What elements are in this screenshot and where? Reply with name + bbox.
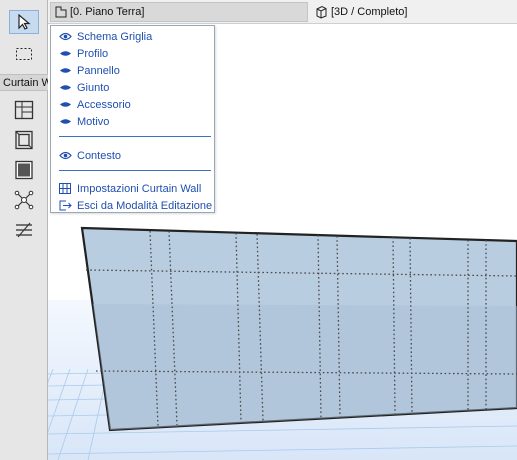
- curtain-wall-mode-label: Curtain Wall: [0, 74, 48, 91]
- grid-scheme-icon: [14, 100, 34, 120]
- menu-item-label: Esci da Modalità Editazione: [77, 199, 213, 212]
- menu-item-motivo[interactable]: Motivo: [51, 113, 214, 130]
- exit-edit-mode-icon: [58, 200, 72, 212]
- accessory-icon: [16, 222, 32, 238]
- eye-closed-icon: [58, 48, 72, 60]
- marquee-tool-button[interactable]: [9, 42, 39, 66]
- panel-icon: [15, 160, 33, 180]
- menu-separator: [59, 170, 211, 171]
- eye-closed-icon: [58, 82, 72, 94]
- frame-tool-button[interactable]: [9, 128, 39, 152]
- menu-item-label: Impostazioni Curtain Wall: [77, 182, 202, 195]
- tab-3d-view-label: [3D / Completo]: [331, 6, 408, 18]
- menu-item-pannello[interactable]: Pannello: [51, 62, 214, 79]
- curtain-wall[interactable]: [80, 226, 517, 432]
- junction-icon: [14, 190, 34, 210]
- menu-item-label: Motivo: [77, 115, 110, 128]
- menu-item-schema-griglia[interactable]: Schema Griglia: [51, 28, 214, 45]
- menu-item-label: Giunto: [77, 81, 110, 94]
- eye-closed-icon: [58, 65, 72, 77]
- arrow-pointer-icon: [18, 14, 31, 30]
- eye-closed-icon: [58, 116, 72, 128]
- marquee-select-icon: [16, 48, 32, 60]
- curtain-wall-context-menu: Schema Griglia Profilo Pannello Giunto A…: [50, 25, 215, 213]
- arrow-tool-button[interactable]: [9, 10, 39, 34]
- menu-item-label: Contesto: [77, 149, 122, 162]
- menu-item-accessorio[interactable]: Accessorio: [51, 96, 214, 113]
- eye-open-icon: [58, 31, 72, 43]
- view-tab-bar: [0. Piano Terra] [3D / Completo]: [48, 0, 517, 24]
- menu-item-impostazioni-curtain-wall[interactable]: Impostazioni Curtain Wall: [51, 180, 214, 197]
- floor-plan-icon: [55, 6, 67, 18]
- 3d-cube-icon: [316, 5, 327, 19]
- menu-item-contesto[interactable]: Contesto: [51, 147, 214, 164]
- accessory-tool-button[interactable]: [9, 218, 39, 242]
- toolbox: Curtain Wall: [0, 0, 48, 460]
- panel-tool-button[interactable]: [9, 158, 39, 182]
- menu-item-profilo[interactable]: Profilo: [51, 45, 214, 62]
- tab-floor-plan-label: [0. Piano Terra]: [70, 6, 145, 18]
- menu-item-giunto[interactable]: Giunto: [51, 79, 214, 96]
- junction-tool-button[interactable]: [9, 188, 39, 212]
- eye-closed-icon: [58, 99, 72, 111]
- menu-item-label: Accessorio: [77, 98, 131, 111]
- frame-icon: [15, 130, 33, 150]
- tab-3d-view[interactable]: [3D / Completo]: [311, 2, 407, 22]
- curtain-wall-settings-icon: [58, 183, 72, 195]
- eye-open-icon: [58, 150, 72, 162]
- menu-separator: [59, 136, 211, 137]
- menu-item-label: Pannello: [77, 64, 120, 77]
- grid-scheme-tool-button[interactable]: [9, 98, 39, 122]
- menu-item-esci-modalita-editazione[interactable]: Esci da Modalità Editazione: [51, 197, 214, 214]
- menu-item-label: Profilo: [77, 47, 109, 60]
- menu-item-label: Schema Griglia: [77, 30, 153, 43]
- tab-floor-plan[interactable]: [0. Piano Terra]: [50, 2, 308, 22]
